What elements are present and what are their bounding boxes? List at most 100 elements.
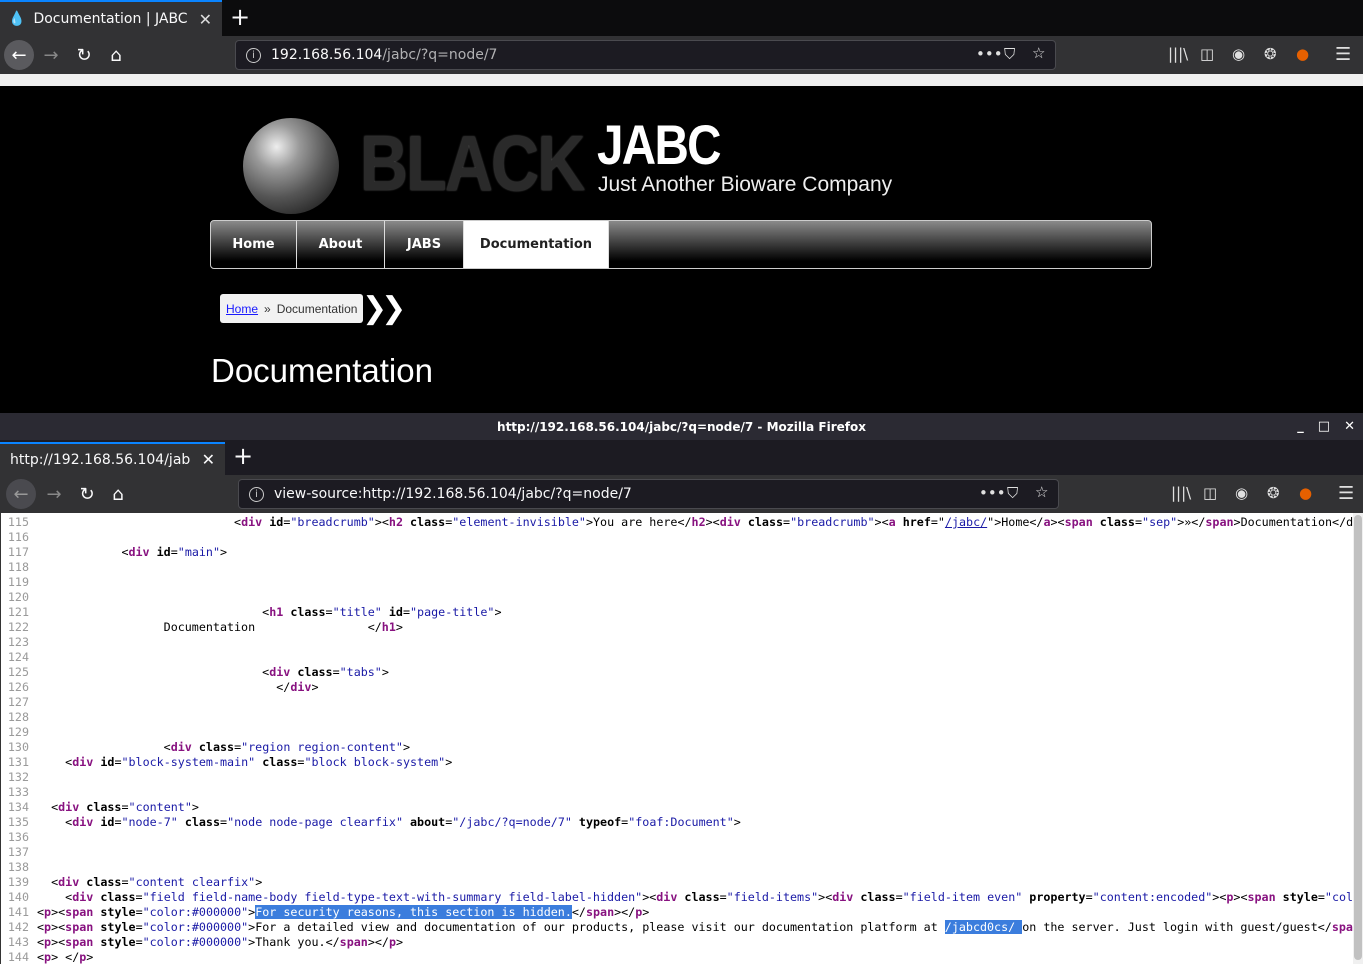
cookie-icon[interactable]: ❂ bbox=[1264, 45, 1277, 63]
source-line: 117 <div id="main"> bbox=[1, 545, 227, 560]
maximize-icon[interactable]: □ bbox=[1318, 419, 1330, 434]
url-text: view-source:http://192.168.56.104/jabc/?… bbox=[274, 486, 632, 502]
source-text: > bbox=[733, 815, 741, 829]
source-attribute-value: "foaf:Document" bbox=[628, 815, 734, 829]
site-name[interactable]: JABC bbox=[597, 112, 722, 177]
more-icon[interactable]: ••• bbox=[976, 45, 1003, 63]
source-text: < bbox=[37, 905, 45, 919]
source-line: 132 bbox=[1, 770, 37, 785]
url-bar[interactable]: i view-source:http://192.168.56.104/jabc… bbox=[238, 479, 1059, 509]
bookmark-star-icon[interactable]: ☆ bbox=[1032, 44, 1045, 62]
more-icon[interactable]: ••• bbox=[979, 484, 1006, 502]
logo-orb-icon[interactable] bbox=[243, 118, 339, 214]
page-top-border bbox=[0, 74, 1363, 86]
source-text: = bbox=[135, 935, 143, 949]
menu-item-jabs[interactable]: JABS bbox=[385, 221, 464, 268]
forward-icon[interactable]: → bbox=[38, 484, 70, 505]
source-attribute-name: id bbox=[262, 515, 284, 529]
pocket-icon[interactable]: ⛉ bbox=[1007, 484, 1018, 502]
source-text: < bbox=[37, 515, 242, 529]
account-icon[interactable]: ◉ bbox=[1232, 45, 1245, 63]
source-view[interactable]: 115 <div id="breadcrumb"><h2 class="elem… bbox=[0, 513, 1353, 964]
source-text: > bbox=[395, 620, 403, 634]
line-number: 133 bbox=[7, 785, 29, 799]
source-text: >< bbox=[51, 905, 66, 919]
source-tag-name: span bbox=[65, 920, 94, 934]
cookie-icon[interactable]: ❂ bbox=[1267, 484, 1280, 502]
source-line: 144 <p> </p> bbox=[1, 950, 93, 964]
forward-icon[interactable]: → bbox=[35, 45, 67, 66]
extension-icon[interactable]: ● bbox=[1296, 45, 1309, 63]
home-icon[interactable]: ⌂ bbox=[100, 45, 132, 66]
info-icon[interactable]: i bbox=[249, 486, 264, 502]
source-tag-name: span bbox=[1205, 515, 1234, 529]
reload-icon[interactable]: ↻ bbox=[71, 484, 103, 505]
source-text: > bbox=[642, 905, 650, 919]
back-icon[interactable]: ← bbox=[4, 40, 34, 70]
source-tag-name: div bbox=[128, 545, 150, 559]
source-text: > bbox=[86, 950, 94, 964]
source-attribute-value: "block block-system" bbox=[304, 755, 446, 769]
line-number: 131 bbox=[7, 755, 29, 769]
close-tab-icon[interactable]: ✕ bbox=[199, 10, 212, 29]
menu-item-home[interactable]: Home bbox=[211, 221, 297, 268]
reload-icon[interactable]: ↻ bbox=[68, 45, 100, 66]
info-icon[interactable]: i bbox=[246, 47, 261, 63]
logo-wordmark[interactable]: BLACK bbox=[360, 118, 585, 209]
library-icon[interactable]: |||\ bbox=[1171, 484, 1191, 502]
source-attribute-name: property bbox=[1022, 890, 1086, 904]
new-tab-icon[interactable]: + bbox=[230, 3, 250, 31]
source-link[interactable]: /jabc/ bbox=[945, 515, 987, 529]
source-text: < bbox=[37, 800, 59, 814]
source-text: ">Home</ bbox=[987, 515, 1044, 529]
page-title: Documentation bbox=[211, 352, 433, 389]
sidebar-icon[interactable]: ◫ bbox=[1203, 484, 1217, 502]
source-line: 129 bbox=[1, 725, 37, 740]
source-selected-text: For security reasons, this section is hi… bbox=[255, 905, 572, 919]
line-number: 140 bbox=[7, 890, 29, 904]
tab-view-source[interactable]: http://192.168.56.104/jabc/? ✕ bbox=[0, 442, 225, 475]
source-line: 123 bbox=[1, 635, 37, 650]
source-line: 124 bbox=[1, 650, 37, 665]
source-tag-name: h1 bbox=[269, 605, 284, 619]
extension-icon[interactable]: ● bbox=[1299, 484, 1312, 502]
new-tab-icon[interactable]: + bbox=[233, 442, 253, 470]
hamburger-menu-icon[interactable]: ☰ bbox=[1335, 44, 1351, 65]
sidebar-icon[interactable]: ◫ bbox=[1200, 45, 1214, 63]
back-icon[interactable]: ← bbox=[6, 479, 36, 509]
pocket-icon[interactable]: ⛉ bbox=[1004, 45, 1015, 63]
scrollbar-thumb[interactable] bbox=[1354, 515, 1362, 960]
bookmark-star-icon[interactable]: ☆ bbox=[1035, 483, 1048, 501]
source-line: 118 bbox=[1, 560, 37, 575]
source-text: >< bbox=[642, 890, 657, 904]
url-path: /jabc/?q=node/7 bbox=[382, 47, 498, 63]
source-text: = bbox=[121, 800, 129, 814]
line-number: 142 bbox=[7, 920, 29, 934]
source-tag-name: div bbox=[170, 740, 192, 754]
url-bar[interactable]: i 192.168.56.104/jabc/?q=node/7 bbox=[235, 40, 1056, 70]
home-icon[interactable]: ⌂ bbox=[102, 484, 134, 505]
source-text: < bbox=[37, 545, 129, 559]
library-icon[interactable]: |||\ bbox=[1168, 45, 1188, 63]
menu-item-about[interactable]: About bbox=[297, 221, 385, 268]
close-window-icon[interactable]: ✕ bbox=[1344, 419, 1355, 434]
window-title-bar: http://192.168.56.104/jabc/?q=node/7 - M… bbox=[0, 413, 1363, 440]
hamburger-menu-icon[interactable]: ☰ bbox=[1338, 483, 1354, 504]
source-text: = bbox=[332, 665, 340, 679]
source-tag-name: p bbox=[388, 935, 396, 949]
close-tab-icon[interactable]: ✕ bbox=[202, 450, 215, 469]
account-icon[interactable]: ◉ bbox=[1235, 484, 1248, 502]
main-menu: Home About JABS Documentation bbox=[210, 220, 1152, 269]
breadcrumb-home-link[interactable]: Home bbox=[226, 302, 258, 316]
source-attribute-name: about bbox=[402, 815, 446, 829]
source-text: = bbox=[135, 920, 143, 934]
menu-item-documentation[interactable]: Documentation bbox=[464, 221, 609, 268]
source-attribute-value: "breadcrumb" bbox=[290, 515, 375, 529]
tab-documentation[interactable]: 💧 Documentation | JABC ✕ bbox=[0, 0, 222, 36]
minimize-icon[interactable]: _ bbox=[1297, 419, 1304, 434]
source-text: >< bbox=[818, 890, 833, 904]
vertical-scrollbar[interactable] bbox=[1353, 513, 1363, 964]
source-line: 143 <p><span style="color:#000000">Thank … bbox=[1, 935, 403, 950]
source-attribute-name: class bbox=[177, 815, 221, 829]
line-number: 125 bbox=[7, 665, 29, 679]
